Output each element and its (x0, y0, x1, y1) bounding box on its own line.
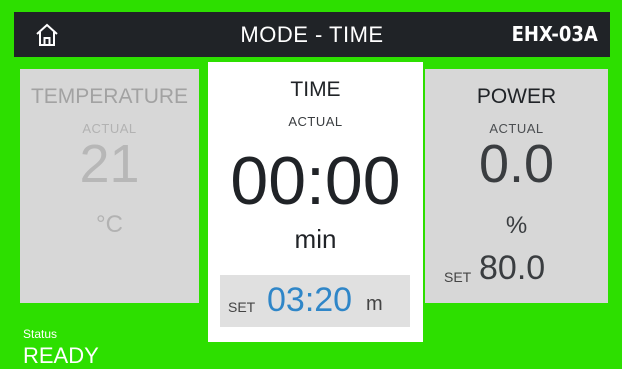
power-unit: % (505, 212, 528, 239)
power-panel[interactable]: POWER ACTUAL 0.0 % SET 80.0 (425, 69, 608, 303)
temperature-panel[interactable]: TEMPERATURE ACTUAL 21 °C (20, 69, 199, 303)
time-set-unit: m (366, 293, 383, 315)
status-value: READY (23, 343, 99, 368)
temperature-title: TEMPERATURE (30, 85, 189, 108)
time-unit: min (294, 224, 337, 254)
time-set-value: 03:20 (267, 281, 353, 319)
time-set-label: SET (228, 299, 256, 315)
time-actual-label: ACTUAL (288, 114, 343, 129)
power-title: POWER (476, 85, 557, 108)
time-title: TIME (290, 78, 341, 101)
top-bar: MODE - TIME EHX-03A (14, 12, 610, 57)
power-set-value[interactable]: 80.0 (479, 249, 545, 288)
power-actual-value: 0.0 (478, 134, 555, 194)
temperature-actual-value: 21 (79, 134, 140, 194)
temperature-unit: °C (96, 211, 123, 238)
time-set-box[interactable]: SET 03:20 m (220, 275, 410, 327)
status-label: Status (23, 327, 58, 341)
time-actual-value: 00:00 (230, 143, 401, 219)
power-set-label: SET (444, 269, 472, 285)
device-model: EHX-03A (511, 22, 598, 46)
time-panel[interactable]: TIME ACTUAL 00:00 min SET 03:20 m (208, 62, 423, 342)
